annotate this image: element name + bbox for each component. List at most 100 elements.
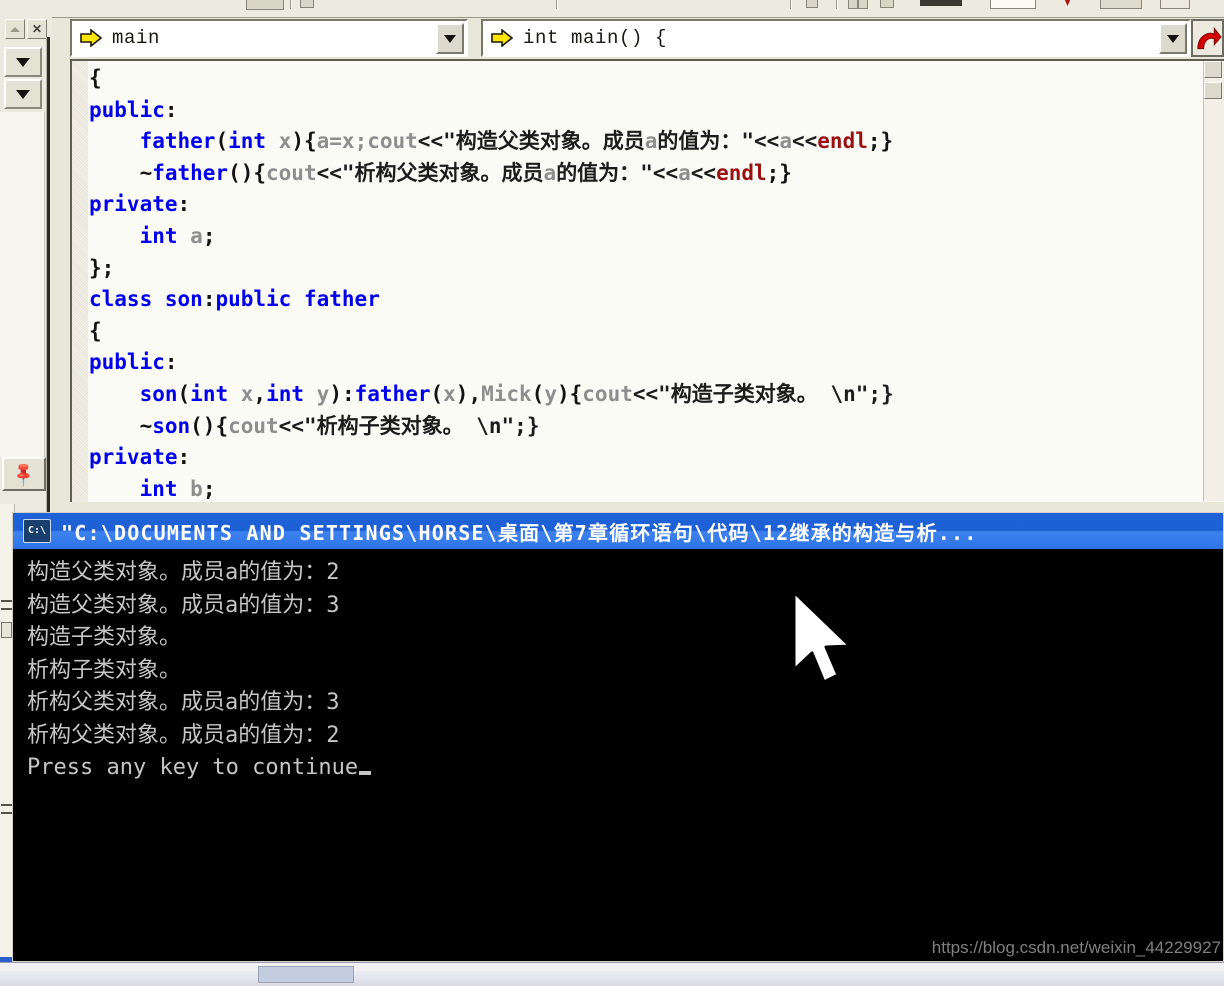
console-titlebar[interactable]: C:\ "C:\DOCUMENTS AND SETTINGS\HORSE\桌面\… bbox=[13, 513, 1223, 549]
editor-combo-row: main int main() { bbox=[56, 19, 1224, 57]
dock-dropdown-button-2[interactable] bbox=[4, 79, 42, 109]
taskbar-scroll-track[interactable] bbox=[0, 963, 1224, 971]
code-token: 构造子类对象。 bbox=[670, 381, 818, 406]
code-line: { bbox=[89, 316, 1224, 348]
chevron-down-icon bbox=[16, 57, 30, 67]
code-token: cout bbox=[266, 160, 317, 185]
code-token: }; bbox=[89, 255, 115, 280]
toolbar-icon-bars[interactable] bbox=[848, 0, 858, 9]
code-token: private bbox=[89, 192, 178, 217]
code-token: (){ bbox=[190, 413, 229, 438]
toolbar-icon-red-marker[interactable] bbox=[1064, 0, 1071, 6]
code-editor-surface[interactable]: {public: father(int x){a=x;cout<<"构造父类对象… bbox=[70, 59, 1224, 502]
code-token: ( bbox=[430, 381, 444, 406]
redo-button[interactable] bbox=[1191, 19, 1224, 57]
code-line: int a; bbox=[89, 221, 1224, 253]
console-output-line: 析构父类对象。成员a的值为：3 bbox=[27, 690, 340, 715]
code-token: ~ bbox=[89, 160, 153, 185]
dock-empty-panel bbox=[0, 112, 45, 457]
code-token: : bbox=[202, 287, 216, 312]
code-token: ;} bbox=[766, 160, 792, 185]
toolbar-icon-window[interactable] bbox=[246, 0, 284, 10]
code-token: father bbox=[152, 160, 229, 185]
code-token: cout bbox=[228, 413, 279, 438]
code-line: ~father(){cout<<"析构父类对象。成员a的值为："<<a<<end… bbox=[89, 158, 1224, 190]
console-output-area[interactable]: 构造父类对象。成员a的值为：2 构造父类对象。成员a的值为：3 构造子类对象。 析构子… bbox=[13, 549, 1223, 961]
code-line: { bbox=[89, 63, 1224, 95]
code-token: ;} bbox=[867, 129, 894, 154]
code-token: ; bbox=[202, 223, 216, 248]
code-token: 的值为： bbox=[556, 160, 641, 185]
strip-mark bbox=[1, 608, 12, 610]
code-token: ( bbox=[531, 381, 545, 406]
function-scope-combo[interactable]: main bbox=[70, 19, 468, 57]
dock-minimize-button[interactable] bbox=[5, 19, 25, 39]
code-token: cout bbox=[582, 381, 633, 406]
code-token: son bbox=[152, 413, 191, 438]
toolbar-icon-blank[interactable] bbox=[990, 0, 1036, 9]
code-token: father bbox=[303, 287, 380, 312]
code-token: son bbox=[139, 381, 178, 406]
console-output-line: 析构父类对象。成员a的值为：2 bbox=[27, 722, 340, 748]
strip-mark bbox=[1, 804, 12, 806]
chevron-down-icon bbox=[1167, 34, 1179, 43]
editor-vertical-scrollbar[interactable] bbox=[1203, 61, 1224, 501]
function-combo-dropdown-button[interactable] bbox=[436, 23, 464, 54]
code-token: << bbox=[791, 129, 818, 154]
windows-taskbar[interactable] bbox=[0, 962, 1224, 986]
code-token: : bbox=[177, 192, 191, 217]
code-token: a=x;cout bbox=[316, 129, 418, 154]
code-line: private: bbox=[89, 442, 1224, 474]
scroll-up-button[interactable] bbox=[1204, 61, 1222, 78]
code-token: a bbox=[644, 129, 658, 154]
screen-root: ✕ 📌 main int main() {{public: father(i… bbox=[0, 0, 1224, 986]
code-token: : bbox=[164, 350, 178, 375]
code-token: { bbox=[89, 66, 102, 90]
toolbar-icon-grey[interactable] bbox=[1100, 0, 1142, 9]
code-token: y bbox=[316, 381, 330, 406]
code-line: ~son(){cout<<"析构子类对象。 \n";} bbox=[89, 411, 1224, 443]
dock-splitter[interactable] bbox=[46, 37, 50, 517]
code-text[interactable]: {public: father(int x){a=x;cout<<"构造父类对象… bbox=[89, 63, 1224, 502]
code-token: int bbox=[190, 381, 229, 406]
code-token: 的值为： bbox=[657, 129, 742, 154]
console-output-line: 构造子类对象。 bbox=[27, 625, 182, 650]
code-token: ){ bbox=[556, 381, 583, 406]
toolbar-icon-dark-button[interactable] bbox=[920, 0, 962, 6]
toolbar-icon-small[interactable] bbox=[300, 0, 314, 8]
function-signature-combo[interactable]: int main() { bbox=[481, 19, 1191, 57]
console-window[interactable]: C:\ "C:\DOCUMENTS AND SETTINGS\HORSE\桌面\… bbox=[12, 512, 1224, 962]
taskbar-scroll-thumb[interactable] bbox=[258, 966, 354, 983]
scroll-thumb[interactable] bbox=[1204, 82, 1222, 99]
console-output-line: 构造父类对象。成员a的值为：2 bbox=[27, 560, 340, 585]
toolbar-icon-b[interactable] bbox=[880, 0, 894, 8]
dock-dropdown-button-1[interactable] bbox=[4, 47, 42, 77]
code-token: x bbox=[443, 381, 456, 406]
code-token: endl bbox=[716, 160, 767, 185]
code-token: Mick bbox=[481, 381, 532, 406]
code-token: a bbox=[543, 160, 557, 185]
toolbar-icon-a[interactable] bbox=[806, 0, 818, 8]
console-cursor bbox=[359, 771, 372, 775]
triangle-up-icon bbox=[10, 26, 20, 32]
code-token: ( bbox=[215, 129, 229, 154]
toolbar-icon-bars2[interactable] bbox=[858, 0, 868, 9]
signature-combo-dropdown-button[interactable] bbox=[1159, 23, 1187, 54]
chevron-down-icon bbox=[16, 89, 30, 99]
dock-close-button[interactable]: ✕ bbox=[27, 19, 47, 39]
code-token: father bbox=[139, 129, 216, 154]
code-token: int bbox=[139, 223, 178, 248]
code-token: x bbox=[278, 129, 292, 154]
toolbar-icon-last[interactable] bbox=[1160, 0, 1190, 9]
code-token: 析构子类对象。 bbox=[316, 413, 464, 438]
code-token: public bbox=[89, 350, 165, 375]
dock-autohide-pin-button[interactable]: 📌 bbox=[2, 457, 46, 491]
code-line: }; bbox=[89, 253, 1224, 285]
code-line: public: bbox=[89, 95, 1224, 127]
